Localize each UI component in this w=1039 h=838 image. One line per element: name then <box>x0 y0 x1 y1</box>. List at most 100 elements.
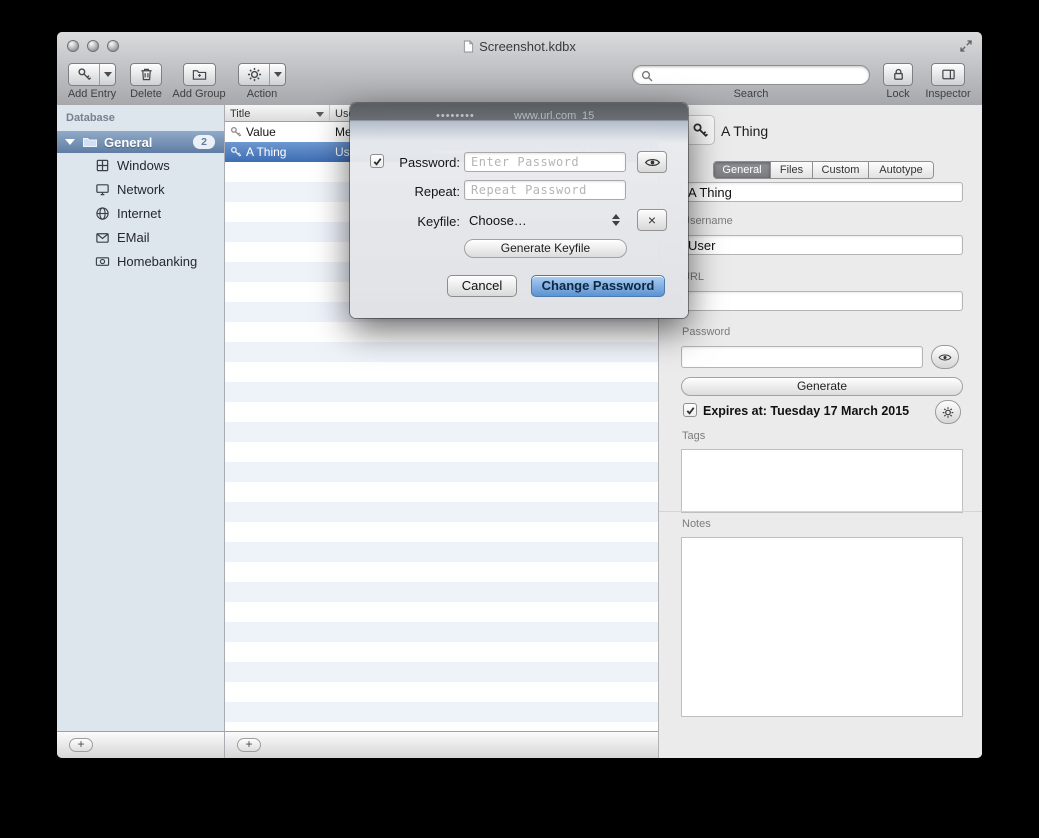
dialog-password-label: Password: <box>386 155 460 170</box>
password-enable-checkbox[interactable] <box>370 154 384 168</box>
sidebar-item-email[interactable]: EMail <box>57 225 224 249</box>
notes-label: Notes <box>682 518 711 530</box>
add-entry-plus-button[interactable]: + <box>237 738 261 752</box>
sidebar-item-internet[interactable]: Internet <box>57 201 224 225</box>
sidebar-group-general[interactable]: General 2 <box>57 131 224 153</box>
check-icon <box>372 156 383 167</box>
check-icon <box>685 405 696 416</box>
tags-field[interactable] <box>681 449 963 513</box>
sort-indicator-icon <box>316 112 324 117</box>
sidebar-item-windows[interactable]: Windows <box>57 153 224 177</box>
sidebar-group-label: General <box>104 135 152 150</box>
add-entry-button[interactable] <box>68 63 116 86</box>
delete-label: Delete <box>118 88 174 100</box>
keyfile-clear-button[interactable]: × <box>637 209 667 231</box>
change-password-button[interactable]: Change Password <box>531 275 665 297</box>
tab-general[interactable]: General <box>714 162 770 178</box>
chevron-down-icon <box>104 72 112 77</box>
eye-icon <box>644 157 661 168</box>
keyfile-popup[interactable]: Choose… <box>464 209 624 231</box>
inspector-button[interactable] <box>931 63 965 86</box>
key-icon <box>692 122 709 139</box>
cell-title: A Thing <box>225 145 330 159</box>
sidebar-item-network[interactable]: Network <box>57 177 224 201</box>
lock-label: Lock <box>870 88 926 100</box>
tab-label: Autotype <box>879 164 922 176</box>
sidebar: Database General 2 Windows Network Inter… <box>57 105 225 731</box>
key-icon <box>230 146 242 158</box>
tab-label: Files <box>780 164 803 176</box>
peek-password-dots: •••••••• <box>436 110 475 122</box>
fullscreen-icon[interactable] <box>959 39 973 53</box>
entry-title-text: A Thing <box>246 145 286 159</box>
username-label: Username <box>682 215 733 227</box>
tab-label: Custom <box>822 164 860 176</box>
lock-button[interactable] <box>883 63 913 86</box>
dialog-password-input[interactable] <box>464 152 626 172</box>
password-field[interactable] <box>681 346 923 368</box>
title-field[interactable] <box>681 182 963 202</box>
homebanking-icon <box>95 254 110 269</box>
add-entry-dropdown[interactable] <box>99 64 115 85</box>
expires-checkbox[interactable] <box>683 403 697 417</box>
internet-icon <box>95 206 110 221</box>
inspector-label: Inspector <box>920 88 976 100</box>
url-field[interactable] <box>681 291 963 311</box>
folder-plus-icon <box>184 64 215 85</box>
generate-keyfile-button[interactable]: Generate Keyfile <box>464 239 627 258</box>
sidebar-item-label: Homebanking <box>117 254 197 269</box>
column-header-title[interactable]: Title <box>225 105 330 121</box>
window-title: Screenshot.kdbx <box>57 39 982 54</box>
expires-settings-button[interactable] <box>935 400 961 424</box>
dialog-show-password-button[interactable] <box>637 151 667 173</box>
trash-icon <box>131 64 161 85</box>
password-label: Password <box>682 326 730 338</box>
tab-label: General <box>722 164 761 176</box>
action-dropdown[interactable] <box>269 64 285 85</box>
dialog-repeat-label: Repeat: <box>386 184 460 199</box>
add-group-label: Add Group <box>171 88 227 100</box>
add-group-button[interactable] <box>183 63 216 86</box>
show-password-button[interactable] <box>931 345 959 369</box>
delete-button[interactable] <box>130 63 162 86</box>
folder-icon <box>82 134 98 150</box>
tab-custom[interactable]: Custom <box>812 162 868 178</box>
close-icon: × <box>648 213 656 227</box>
bottom-bar-divider <box>224 732 225 758</box>
bottom-bar: + + <box>57 731 658 758</box>
action-label: Action <box>234 88 290 100</box>
keyfile-selected-value: Choose… <box>469 213 527 228</box>
disclosure-triangle-icon[interactable] <box>65 139 75 145</box>
document-proxy-icon <box>463 40 474 53</box>
add-group-plus-button[interactable]: + <box>69 738 93 752</box>
windows-icon <box>95 158 110 173</box>
dialog-repeat-input[interactable] <box>464 180 626 200</box>
gear-icon <box>239 64 269 85</box>
sidebar-items: Windows Network Internet EMail Homebanki… <box>57 153 224 273</box>
network-icon <box>95 182 110 197</box>
window-title-text: Screenshot.kdbx <box>479 39 576 54</box>
key-icon <box>230 126 242 138</box>
tab-files[interactable]: Files <box>770 162 812 178</box>
notes-field[interactable] <box>681 537 963 717</box>
tab-autotype[interactable]: Autotype <box>868 162 933 178</box>
popup-stepper-icon <box>612 214 620 226</box>
sidebar-item-label: EMail <box>117 230 150 245</box>
eye-icon <box>938 352 952 363</box>
search-field[interactable] <box>632 65 870 85</box>
username-field[interactable] <box>681 235 963 255</box>
action-button[interactable] <box>238 63 286 86</box>
group-count-badge: 2 <box>193 135 215 149</box>
sidebar-item-label: Network <box>117 182 165 197</box>
search-input[interactable] <box>657 67 866 85</box>
search-label: Search <box>723 88 779 100</box>
add-entry-label: Add Entry <box>64 88 120 100</box>
cancel-button[interactable]: Cancel <box>447 275 517 297</box>
column-header-label: Title <box>230 108 250 120</box>
sidebar-item-homebanking[interactable]: Homebanking <box>57 249 224 273</box>
generate-password-button[interactable]: Generate <box>681 377 963 396</box>
tags-label: Tags <box>682 430 705 442</box>
peek-modified-text: 15 <box>582 110 594 122</box>
key-icon <box>69 64 99 85</box>
sidebar-item-label: Windows <box>117 158 170 173</box>
